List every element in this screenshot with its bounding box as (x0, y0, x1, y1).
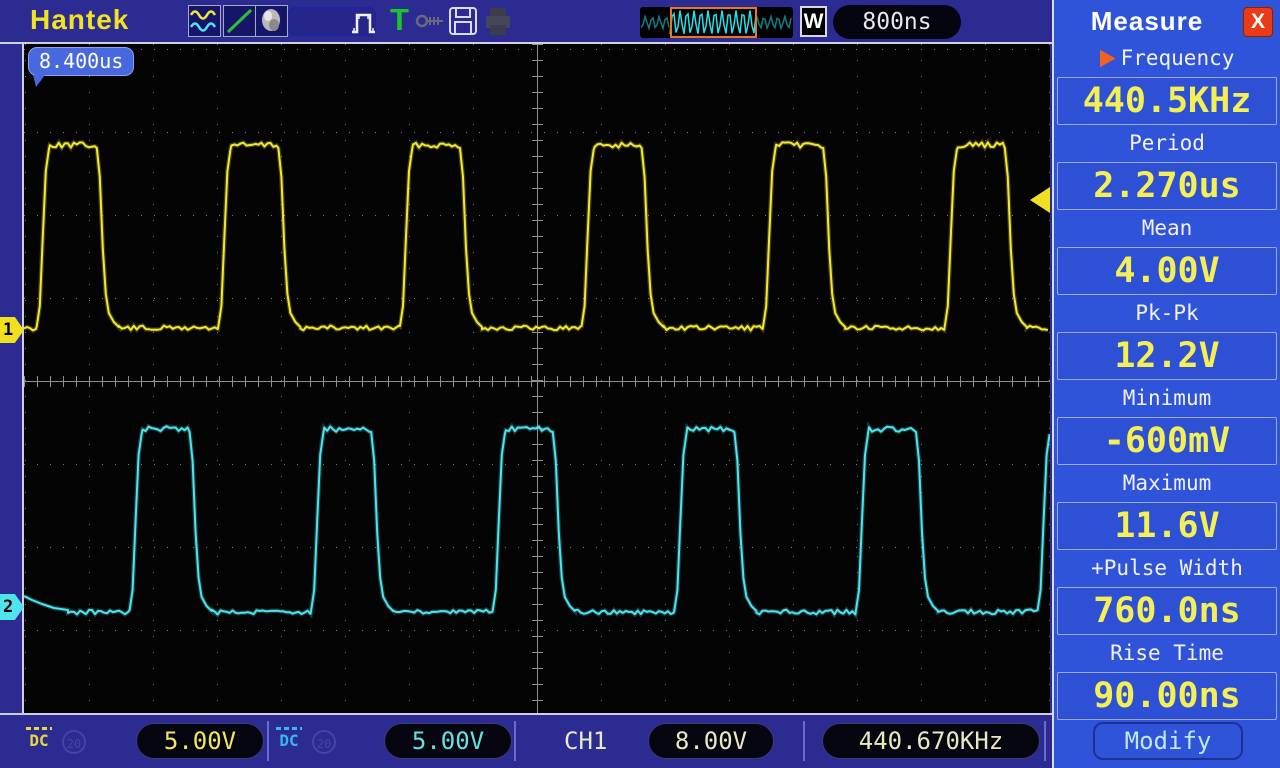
measure-row-label: +Pulse Width (1054, 554, 1280, 583)
measure-row-label-text: Maximum (1122, 471, 1212, 495)
measure-panel-header: Measure X (1054, 0, 1280, 44)
window-mode-button[interactable]: W (800, 6, 827, 37)
separator-line (0, 713, 1052, 715)
measure-row-label: Period (1054, 129, 1280, 158)
waveforms-icon[interactable] (188, 5, 221, 37)
measure-row-value: 90.00ns (1057, 672, 1277, 720)
measure-row-value: 12.2V (1057, 332, 1277, 380)
measure-row[interactable]: Minimum -600mV (1054, 384, 1280, 465)
measure-row-value: 440.5KHz (1057, 77, 1277, 125)
snapshot-icon[interactable] (255, 5, 288, 37)
ch1-trace (24, 141, 1049, 332)
ch1-scale-readout[interactable]: 5.00V (136, 723, 264, 759)
line-draw-icon[interactable] (223, 5, 256, 37)
pulse-icon-glyph (352, 13, 375, 34)
top-toolbar: Hantek T W 800ns (0, 0, 1052, 44)
oscilloscope-app: Hantek T W 800ns 1 2 8.400us DC 20 5.00V… (0, 0, 1280, 768)
trigger-source-label[interactable]: CH1 (564, 727, 607, 755)
measure-row-value: 2.270us (1057, 162, 1277, 210)
measure-panel-title: Measure (1090, 6, 1204, 36)
trigger-level-readout[interactable]: 8.00V (648, 723, 774, 759)
waveforms-icon-glyph (189, 10, 217, 32)
divider (803, 721, 805, 761)
measure-row[interactable]: Rise Time 90.00ns (1054, 639, 1280, 720)
measure-row-value: 4.00V (1057, 247, 1277, 295)
preview-wave (640, 13, 670, 31)
timebase-readout[interactable]: 800ns (833, 5, 961, 39)
save-icon-glyph (449, 7, 477, 35)
measure-row-label: Pk-Pk (1054, 299, 1280, 328)
probe-icon[interactable] (415, 13, 447, 34)
horizontal-delay-tag[interactable]: 8.400us (28, 47, 135, 87)
print-icon[interactable] (483, 6, 514, 41)
measure-row-label-text: Minimum (1122, 386, 1212, 410)
measure-row[interactable]: Maximum 11.6V (1054, 469, 1280, 550)
measure-row[interactable]: +Pulse Width 760.0ns (1054, 554, 1280, 635)
measure-panel: Measure X Frequency 440.5KHz Period 2.270us… (1052, 0, 1280, 768)
measure-row-label-text: Mean (1141, 216, 1193, 240)
ch1-coupling-button[interactable]: DC (24, 725, 54, 757)
measure-row-label: Frequency (1054, 44, 1280, 73)
waveform-traces (24, 138, 1050, 620)
ch2-trace (24, 425, 1050, 616)
measure-row-label: Minimum (1054, 384, 1280, 413)
print-icon-glyph (486, 8, 510, 35)
ch1-coupling-label: DC (29, 731, 49, 750)
ch2-coupling-button[interactable]: DC (274, 725, 304, 757)
waveform-preview-bar[interactable] (640, 7, 793, 38)
frequency-counter-readout: 440.670KHz (822, 723, 1040, 759)
save-icon[interactable] (447, 5, 480, 42)
dc-dashes-icon (276, 727, 302, 730)
close-icon[interactable]: X (1243, 7, 1273, 37)
trigger-type-icon[interactable]: T (390, 2, 409, 38)
snapshot-icon-glyph (262, 9, 280, 31)
divider (514, 721, 516, 761)
ch2-bandwidth-limit-button[interactable]: 20 (312, 730, 336, 754)
measure-row-label-text: Pk-Pk (1135, 301, 1199, 325)
measure-rows: Frequency 440.5KHz Period 2.270us Mean 4.00V P… (1054, 44, 1280, 724)
ch1-bandwidth-limit-button[interactable]: 20 (62, 730, 86, 754)
preview-wave (756, 13, 792, 31)
divider (267, 721, 269, 761)
hantek-logo: Hantek (30, 4, 130, 35)
measure-row[interactable]: Pk-Pk 12.2V (1054, 299, 1280, 380)
left-margin: 1 2 (0, 44, 24, 713)
probe-icon-glyph (415, 14, 443, 28)
preview-viewport-box[interactable] (670, 7, 757, 38)
ch1-position-marker[interactable]: 1 (0, 317, 24, 343)
measure-row[interactable]: Period 2.270us (1054, 129, 1280, 210)
measure-row-label-text: Period (1129, 131, 1205, 155)
measure-row[interactable]: Mean 4.00V (1054, 214, 1280, 295)
measure-row-label: Rise Time (1054, 639, 1280, 668)
measure-row-label-text: +Pulse Width (1091, 556, 1243, 580)
measure-row-value: 760.0ns (1057, 587, 1277, 635)
ch2-coupling-label: DC (279, 731, 299, 750)
measure-row-label-text: Frequency (1120, 46, 1235, 70)
measure-row-value: 11.6V (1057, 502, 1277, 550)
measure-row-value: -600mV (1057, 417, 1277, 465)
modify-button[interactable]: Modify (1093, 722, 1243, 760)
measure-row-label: Maximum (1054, 469, 1280, 498)
ch2-scale-readout[interactable]: 5.00V (384, 723, 512, 759)
line-draw-icon-glyph (226, 8, 253, 34)
ch2-trace-glow (24, 420, 1050, 620)
measure-row[interactable]: Frequency 440.5KHz (1054, 44, 1280, 125)
status-bar: DC 20 5.00V DC 20 5.00V CH1 8.00V 440.67… (0, 713, 1052, 768)
pulse-icon[interactable] (350, 8, 384, 40)
dc-dashes-icon (26, 727, 52, 730)
measure-row-label: Mean (1054, 214, 1280, 243)
divider (1044, 721, 1046, 761)
ch1-trace-glow (24, 138, 1049, 335)
ch2-position-marker[interactable]: 2 (0, 594, 24, 620)
selected-arrow-icon (1099, 49, 1116, 68)
scope-display: 8.400us (24, 44, 1050, 713)
measure-row-label-text: Rise Time (1110, 641, 1224, 665)
